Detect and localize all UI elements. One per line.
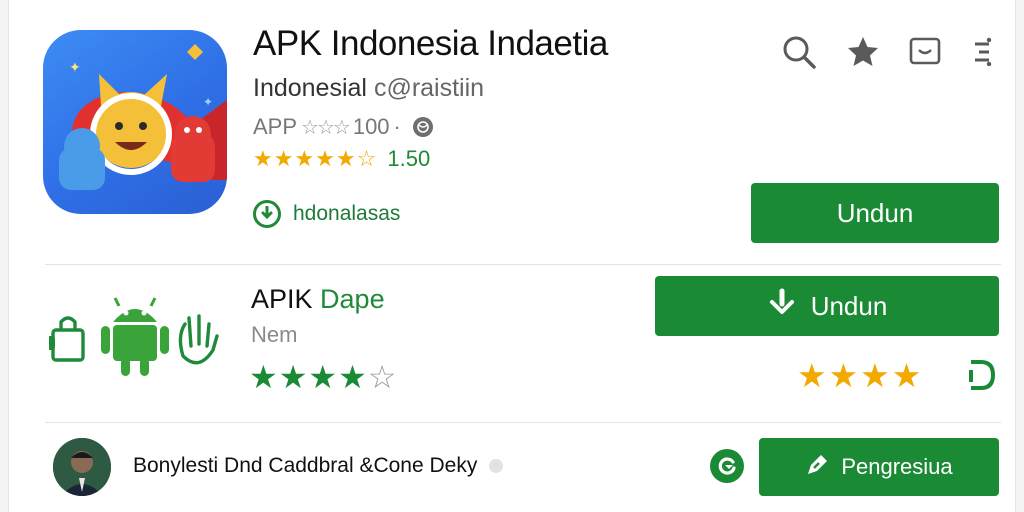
app-icon[interactable]: ✦ ✦ <box>43 30 227 214</box>
meta-dot: · <box>393 114 401 139</box>
related-star-rating-right: ★★★★ <box>797 357 924 394</box>
android-icon <box>47 297 219 376</box>
download-icon <box>767 288 797 325</box>
related-rating-filled: ★★★★ <box>249 359 368 395</box>
review-text: Bonylesti Dnd Caddbral &Cone Deky <box>133 454 504 478</box>
meta-stars: ☆☆☆ <box>301 116 351 139</box>
section-divider <box>45 422 1001 423</box>
download-button-label: Undun <box>836 197 914 228</box>
app-meta: APP ☆☆☆ 100 · <box>253 114 433 140</box>
developer-label: Indonesial <box>253 74 367 102</box>
app-icon-artwork: ✦ ✦ <box>59 44 227 190</box>
related-app-icons[interactable] <box>47 296 221 380</box>
rating-count: 1.50 <box>387 146 430 172</box>
app-rating: ★★★★★☆ 1.50 <box>253 146 430 172</box>
pen-icon <box>805 451 831 483</box>
rating-stars: ★★★★★☆ <box>253 146 378 171</box>
toolbar <box>781 36 995 72</box>
pengresiua-label: Pengresiua <box>841 454 953 479</box>
related-app-subtitle: Nem <box>251 322 298 347</box>
message-icon[interactable] <box>908 35 942 74</box>
review-text-label: Bonylesti Dnd Caddbral &Cone Deky <box>133 454 478 477</box>
search-icon[interactable] <box>781 34 817 75</box>
info-dot-icon <box>489 459 504 473</box>
related-rating-empty: ☆ <box>367 359 398 395</box>
meta-count: 100 <box>352 114 390 139</box>
related-app-title[interactable]: APIK Dape <box>251 284 385 315</box>
pengresiua-button[interactable]: Pengresiua <box>759 438 999 496</box>
star-icon[interactable] <box>846 35 880 74</box>
svg-text:✦: ✦ <box>203 95 213 109</box>
related-title-accent: Dape <box>320 284 385 314</box>
rating-count-value: 1.5 <box>387 146 418 171</box>
related-download-label: Undun <box>810 290 888 321</box>
installed-status: hdonalasas <box>253 200 400 228</box>
globe-icon <box>412 117 433 137</box>
more-icon[interactable] <box>971 35 995 74</box>
svg-text:✦: ✦ <box>69 59 81 75</box>
app-detail-card: ✦ ✦ APK Indonesia Indaetia Indonesial c@… <box>8 0 1016 512</box>
download-button[interactable]: Undun <box>751 183 999 243</box>
shield-icon <box>253 200 281 228</box>
meta-label: APP <box>253 114 298 139</box>
installed-label: hdonalasas <box>293 202 401 225</box>
avatar[interactable] <box>53 438 111 496</box>
related-title-main: APIK <box>251 284 313 314</box>
developer-name[interactable]: Indonesial c@raistiin <box>253 74 484 103</box>
share-icon[interactable] <box>965 358 997 392</box>
related-download-button[interactable]: Undun <box>655 276 999 336</box>
rating-count-suffix: 0 <box>417 146 431 171</box>
developer-handle: c@raistiin <box>373 74 485 102</box>
related-app-rating: ★★★★☆ <box>249 358 397 396</box>
app-title: APK Indonesia Indaetia <box>253 24 608 63</box>
section-divider <box>45 264 1001 265</box>
refresh-icon[interactable] <box>710 449 744 483</box>
